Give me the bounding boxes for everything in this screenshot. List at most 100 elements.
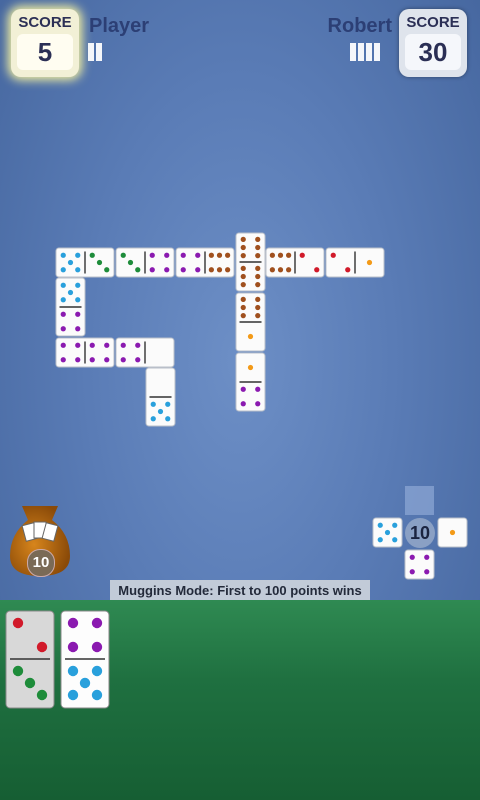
pip: [330, 252, 336, 258]
pip: [240, 265, 246, 271]
hand-domino[interactable]: [5, 610, 55, 709]
domino-tile: [55, 337, 115, 368]
pip: [240, 313, 246, 319]
pip: [60, 297, 66, 303]
pip: [409, 569, 415, 575]
pip: [255, 386, 261, 392]
pip: [216, 267, 223, 273]
pip: [269, 267, 275, 273]
pip: [195, 252, 201, 258]
pip: [127, 259, 134, 266]
pip: [67, 665, 79, 677]
pip: [255, 282, 261, 288]
pip: [255, 253, 261, 259]
player-hand[interactable]: [0, 605, 480, 715]
pip: [314, 267, 320, 273]
compass-count: 10: [405, 518, 435, 548]
pip: [60, 282, 66, 288]
pip: [225, 252, 231, 258]
pip: [165, 401, 171, 407]
pip: [247, 364, 254, 371]
domino-tile: [145, 367, 176, 427]
pip: [240, 282, 246, 288]
pip: [392, 522, 398, 528]
pip: [366, 259, 373, 266]
pip: [36, 641, 48, 653]
pip: [67, 641, 79, 653]
domino-tile: [55, 277, 86, 337]
pip: [449, 529, 456, 536]
pip: [120, 357, 126, 363]
pip: [150, 416, 156, 422]
domino-tile: [265, 247, 325, 278]
pip: [180, 252, 186, 258]
pip: [392, 537, 398, 543]
pip: [269, 252, 275, 258]
pip: [120, 252, 126, 258]
pip: [135, 357, 141, 363]
compass-top-slot: [405, 486, 434, 515]
pip: [286, 252, 292, 258]
pip: [255, 236, 261, 242]
compass-tile-left: [372, 517, 403, 548]
pip: [164, 267, 170, 273]
pip: [91, 641, 103, 653]
pip: [345, 267, 351, 273]
domino-tile: [235, 232, 266, 292]
pip: [60, 311, 66, 317]
pip: [96, 259, 103, 266]
pip: [75, 252, 81, 258]
pip: [240, 401, 246, 407]
boneyard-count: 10: [27, 549, 55, 577]
pip: [36, 689, 48, 701]
pip: [255, 273, 261, 280]
mode-banner: Muggins Mode: First to 100 points wins: [110, 580, 370, 601]
pip: [104, 357, 110, 363]
domino-tile: [115, 337, 175, 368]
pip: [135, 342, 141, 348]
pip: [409, 554, 415, 560]
pip: [165, 416, 171, 422]
pip: [149, 267, 155, 273]
pip: [91, 617, 103, 629]
pip: [75, 282, 81, 288]
pip: [424, 554, 430, 560]
pip: [208, 267, 214, 273]
pip: [75, 297, 81, 303]
pip: [255, 265, 261, 271]
pip: [12, 617, 24, 629]
pip: [384, 529, 391, 536]
pip: [240, 296, 246, 302]
hand-domino[interactable]: [60, 610, 110, 709]
pip: [299, 252, 305, 258]
pip: [240, 273, 246, 280]
domino-tile: [235, 292, 266, 352]
pip: [240, 304, 246, 311]
pip: [180, 267, 186, 273]
pip: [255, 296, 261, 302]
pip: [75, 311, 81, 317]
pip: [157, 408, 164, 415]
pip: [240, 244, 246, 251]
pip: [67, 617, 79, 629]
pip: [225, 267, 231, 273]
pip: [216, 252, 223, 258]
domino-tile: [175, 247, 235, 278]
pip: [60, 357, 66, 363]
pip: [255, 304, 261, 311]
pip: [67, 259, 74, 266]
pip: [377, 537, 383, 543]
domino-tile: [235, 352, 266, 412]
pip: [24, 677, 36, 689]
pip: [195, 267, 201, 273]
pip: [149, 252, 155, 258]
pip: [120, 342, 126, 348]
pip: [377, 522, 383, 528]
pip: [89, 252, 95, 258]
domino-tile: [55, 247, 115, 278]
pip: [255, 401, 261, 407]
pip: [60, 326, 66, 332]
pip: [89, 357, 95, 363]
pip: [75, 357, 81, 363]
pip: [67, 689, 79, 701]
